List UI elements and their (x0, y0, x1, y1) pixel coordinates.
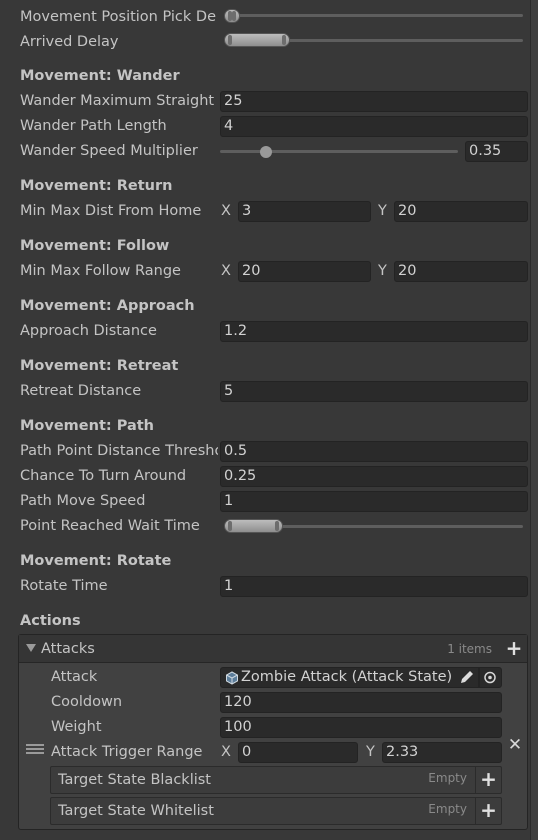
path-point-distance-input[interactable]: 0.5 (220, 441, 528, 462)
rotate-time-input[interactable]: 1 (220, 576, 528, 597)
min-max-slider-handle[interactable] (224, 33, 290, 47)
section-header-approach: Movement: Approach (20, 298, 195, 314)
x-axis-label: X (221, 203, 231, 219)
attack-label: Attack (51, 669, 98, 685)
field-label: Wander Maximum Straight P (20, 93, 218, 109)
field-label: Min Max Dist From Home (20, 203, 202, 219)
retreat-distance-row: Retreat Distance 5 (0, 379, 530, 404)
attack-object-field[interactable]: Zombie Attack (Attack State) (220, 667, 478, 688)
path-move-speed-input[interactable]: 1 (220, 491, 528, 512)
field-label: Chance To Turn Around (20, 468, 187, 484)
approach-distance-input[interactable]: 1.2 (220, 321, 528, 342)
field-label: Arrived Delay (20, 34, 119, 50)
field-label: Retreat Distance (20, 383, 142, 399)
drag-handle-icon[interactable] (26, 744, 44, 756)
approach-distance-row: Approach Distance 1.2 (0, 319, 530, 344)
target-state-blacklist[interactable]: Target State Blacklist Empty + (50, 766, 502, 794)
section-header-path: Movement: Path (20, 418, 154, 434)
attacks-item-count: 1 items (447, 642, 492, 656)
section-header-retreat: Movement: Retreat (20, 358, 179, 374)
blacklist-empty-text: Empty (428, 771, 467, 785)
section-header-wander: Movement: Wander (20, 68, 180, 84)
section-header-actions: Actions (20, 613, 81, 629)
weight-input[interactable]: 100 (220, 717, 502, 738)
chance-to-turn-input[interactable]: 0.25 (220, 466, 528, 487)
field-label: Wander Path Length (20, 118, 167, 134)
cooldown-label: Cooldown (51, 694, 123, 710)
whitelist-empty-text: Empty (428, 802, 467, 816)
min-follow-input[interactable]: 20 (238, 261, 371, 282)
add-blacklist-button[interactable]: + (475, 767, 501, 793)
arrived-delay-row: Arrived Delay (0, 29, 530, 54)
inspector-scrollbar[interactable] (530, 0, 538, 840)
cooldown-input[interactable]: 120 (220, 692, 502, 713)
wander-max-straight-row: Wander Maximum Straight P 25 (0, 89, 530, 114)
wander-speed-multiplier-row: Wander Speed Multiplier 0.35 (0, 139, 530, 164)
point-reached-wait-row: Point Reached Wait Time (0, 514, 530, 539)
path-move-speed-row: Path Move Speed 1 (0, 489, 530, 514)
field-label: Path Point Distance Thresho (20, 443, 218, 459)
field-label: Approach Distance (20, 323, 157, 339)
pencil-icon (461, 671, 473, 683)
x-axis-label: X (221, 263, 231, 279)
add-whitelist-button[interactable]: + (475, 798, 501, 824)
wander-path-length-row: Wander Path Length 4 (0, 114, 530, 139)
remove-element-button[interactable]: ✕ (507, 735, 523, 755)
add-attack-button[interactable]: + (502, 637, 526, 661)
section-header-return: Movement: Return (20, 178, 173, 194)
field-label: Movement Position Pick De (20, 9, 216, 25)
x-axis-label: X (221, 744, 231, 760)
min-max-follow-range-row: Min Max Follow Range X 20 Y 20 (0, 259, 530, 284)
blacklist-label: Target State Blacklist (58, 772, 211, 788)
target-picker-icon (484, 671, 496, 684)
y-axis-label: Y (378, 263, 387, 279)
whitelist-label: Target State Whitelist (58, 803, 214, 819)
chance-to-turn-row: Chance To Turn Around 0.25 (0, 464, 530, 489)
field-label: Path Move Speed (20, 493, 146, 509)
slider-track[interactable] (220, 150, 458, 153)
min-dist-input[interactable]: 3 (238, 201, 371, 222)
field-label: Wander Speed Multiplier (20, 143, 198, 159)
weight-label: Weight (51, 719, 102, 735)
foldout-arrow-icon[interactable] (26, 644, 36, 652)
retreat-distance-input[interactable]: 5 (220, 381, 528, 402)
rotate-time-row: Rotate Time 1 (0, 574, 530, 599)
object-picker-button[interactable] (479, 667, 502, 688)
wander-max-straight-input[interactable]: 25 (220, 91, 528, 112)
y-axis-label: Y (378, 203, 387, 219)
wander-speed-multiplier-input[interactable]: 0.35 (465, 141, 528, 162)
attacks-list-title: Attacks (41, 641, 95, 657)
max-follow-input[interactable]: 20 (394, 261, 528, 282)
attack-trigger-range-label: Attack Trigger Range (51, 744, 203, 760)
slider-track[interactable] (228, 14, 523, 17)
attacks-list-header[interactable]: Attacks 1 items + (19, 635, 527, 663)
trigger-range-min-input[interactable]: 0 (238, 742, 358, 763)
section-header-rotate: Movement: Rotate (20, 553, 172, 569)
attack-state-value: Zombie Attack (Attack State) (241, 669, 453, 685)
slider-knob[interactable] (260, 146, 272, 158)
edit-button[interactable] (455, 667, 479, 688)
target-state-whitelist[interactable]: Target State Whitelist Empty + (50, 797, 502, 825)
field-label: Point Reached Wait Time (20, 518, 200, 534)
section-header-follow: Movement: Follow (20, 238, 170, 254)
field-label: Rotate Time (20, 578, 108, 594)
field-label: Min Max Follow Range (20, 263, 181, 279)
min-max-slider-handle[interactable] (224, 9, 240, 23)
min-max-dist-home-row: Min Max Dist From Home X 3 Y 20 (0, 199, 530, 224)
scriptable-object-icon (226, 671, 238, 685)
max-dist-input[interactable]: 20 (394, 201, 528, 222)
min-max-slider-handle[interactable] (224, 519, 283, 533)
y-axis-label: Y (366, 744, 375, 760)
path-point-distance-row: Path Point Distance Thresho 0.5 (0, 439, 530, 464)
trigger-range-max-input[interactable]: 2.33 (382, 742, 502, 763)
movement-position-pick-delay-row: Movement Position Pick De (0, 4, 530, 29)
wander-path-length-input[interactable]: 4 (220, 116, 528, 137)
